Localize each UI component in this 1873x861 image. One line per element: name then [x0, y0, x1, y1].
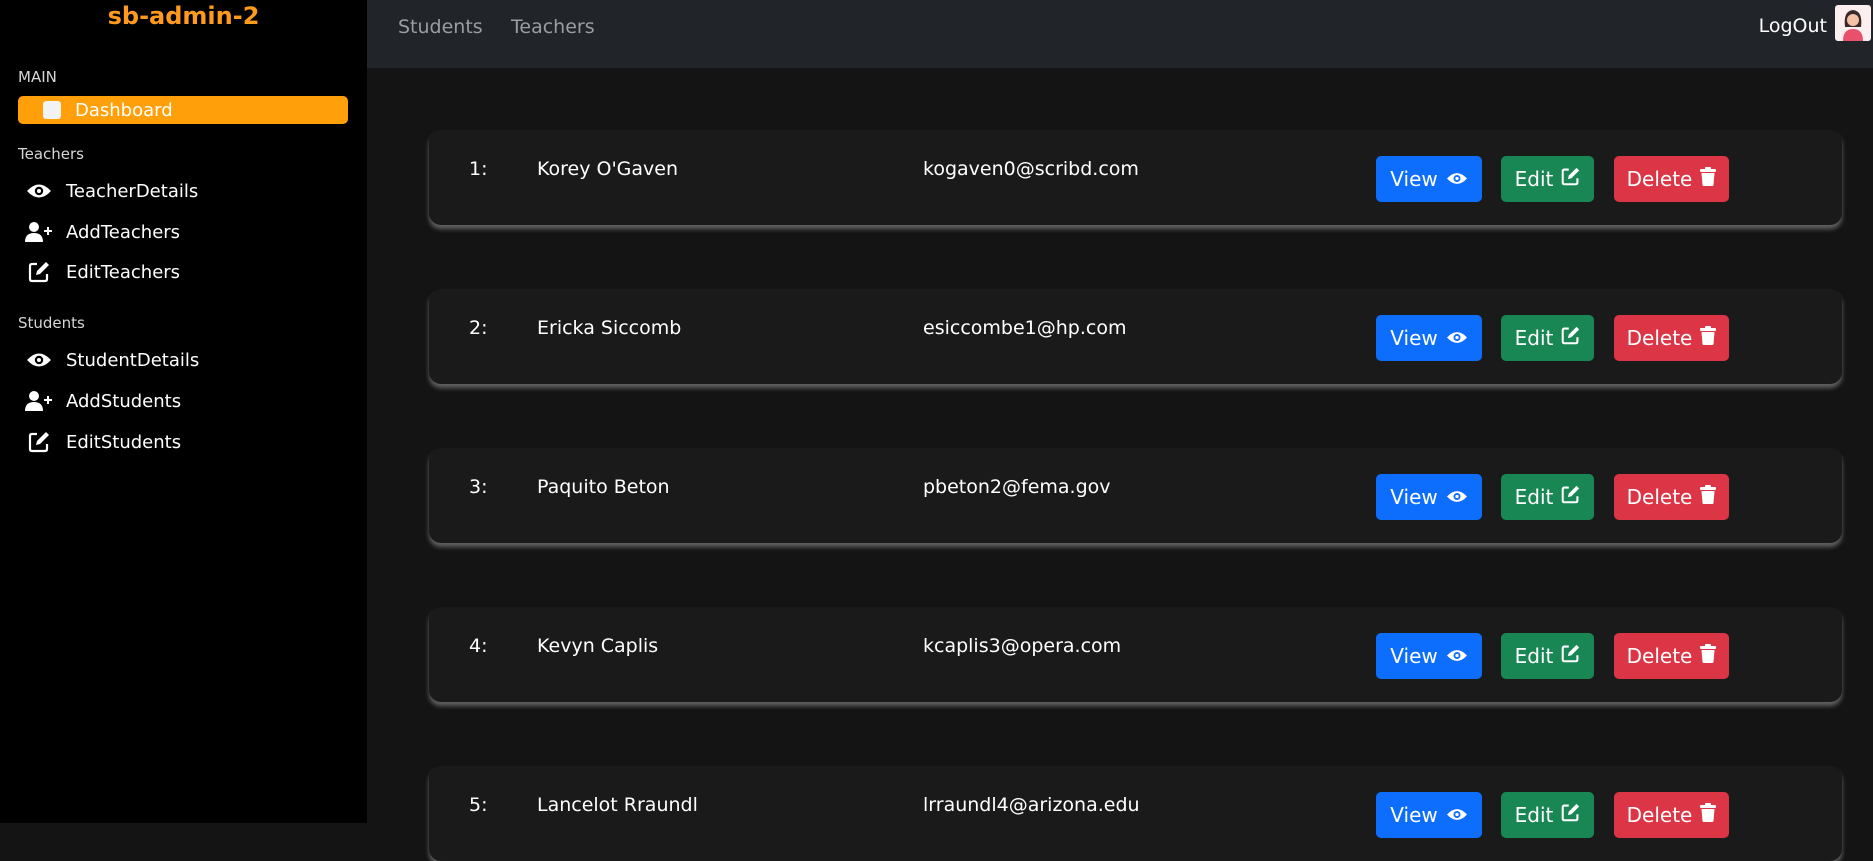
- sidebar-item-label: EditStudents: [66, 431, 182, 453]
- delete-label: Delete: [1626, 803, 1693, 827]
- view-label: View: [1390, 803, 1438, 827]
- trash-icon: [1692, 644, 1717, 668]
- delete-button[interactable]: Delete: [1614, 474, 1729, 520]
- eye-icon: [24, 179, 54, 203]
- nav-link-teachers[interactable]: Teachers: [511, 16, 595, 38]
- view-label: View: [1390, 167, 1438, 191]
- delete-label: Delete: [1626, 485, 1693, 509]
- section-heading-teachers: Teachers: [18, 145, 84, 163]
- row-number: 5:: [469, 794, 488, 816]
- row-number: 2:: [469, 317, 488, 339]
- section-heading-main: MAIN: [18, 68, 57, 86]
- delete-label: Delete: [1626, 644, 1693, 668]
- view-label: View: [1390, 326, 1438, 350]
- sidebar-item-label: AddStudents: [66, 390, 182, 412]
- trash-icon: [1692, 167, 1717, 191]
- eye-icon: [1438, 485, 1468, 509]
- delete-button[interactable]: Delete: [1614, 792, 1729, 838]
- row-number: 3:: [469, 476, 488, 498]
- sidebar-item-label: AddTeachers: [66, 221, 181, 243]
- table-row: 3: Paquito Beton pbeton2@fema.gov View Edit D…: [429, 448, 1842, 543]
- top-navbar: Students Teachers LogOut: [367, 0, 1873, 68]
- row-number: 1:: [469, 158, 488, 180]
- sidebar-item-teacher-details[interactable]: TeacherDetails: [24, 179, 198, 203]
- trash-icon: [1692, 803, 1717, 827]
- brand-logo[interactable]: sb-admin-2: [0, 2, 367, 30]
- sidebar-item-add-students[interactable]: AddStudents: [24, 389, 181, 413]
- row-name: Kevyn Caplis: [537, 635, 659, 657]
- eye-icon: [1438, 326, 1468, 350]
- table-row: 5: Lancelot Rraundl lrraundl4@arizona.edu V…: [429, 766, 1842, 861]
- edit-button[interactable]: Edit: [1501, 315, 1594, 361]
- dashboard-icon: [43, 101, 61, 119]
- edit-icon: [1553, 644, 1580, 668]
- section-heading-students: Students: [18, 314, 85, 332]
- eye-icon: [1438, 167, 1468, 191]
- avatar[interactable]: [1835, 5, 1871, 41]
- delete-label: Delete: [1626, 167, 1693, 191]
- table-row: 2: Ericka Siccomb esiccombe1@hp.com View Edi…: [429, 289, 1842, 384]
- logout-link[interactable]: LogOut: [1759, 15, 1827, 37]
- row-email: kogaven0@scribd.com: [923, 158, 1139, 180]
- delete-button[interactable]: Delete: [1614, 156, 1729, 202]
- sidebar-item-label: Dashboard: [75, 99, 173, 121]
- table-row: 1: Korey O'Gaven kogaven0@scribd.com View Ed…: [429, 130, 1842, 225]
- view-button[interactable]: View: [1376, 633, 1482, 679]
- eye-icon: [1438, 803, 1468, 827]
- row-number: 4:: [469, 635, 488, 657]
- edit-icon: [24, 430, 54, 454]
- edit-button[interactable]: Edit: [1501, 474, 1594, 520]
- edit-label: Edit: [1514, 485, 1554, 509]
- row-email: lrraundl4@arizona.edu: [923, 794, 1140, 816]
- edit-button[interactable]: Edit: [1501, 633, 1594, 679]
- sidebar-item-label: TeacherDetails: [66, 180, 199, 202]
- eye-icon: [1438, 644, 1468, 668]
- edit-button[interactable]: Edit: [1501, 792, 1594, 838]
- edit-button[interactable]: Edit: [1501, 156, 1594, 202]
- row-email: pbeton2@fema.gov: [923, 476, 1111, 498]
- row-name: Paquito Beton: [537, 476, 670, 498]
- edit-label: Edit: [1514, 167, 1554, 191]
- edit-label: Edit: [1514, 803, 1554, 827]
- edit-icon: [24, 260, 54, 284]
- view-button[interactable]: View: [1376, 474, 1482, 520]
- edit-label: Edit: [1514, 326, 1554, 350]
- sidebar-item-student-details[interactable]: StudentDetails: [24, 348, 199, 372]
- edit-label: Edit: [1514, 644, 1554, 668]
- nav-link-students[interactable]: Students: [398, 16, 483, 38]
- trash-icon: [1692, 326, 1717, 350]
- edit-icon: [1553, 167, 1580, 191]
- edit-icon: [1553, 803, 1580, 827]
- edit-icon: [1553, 326, 1580, 350]
- row-email: esiccombe1@hp.com: [923, 317, 1127, 339]
- view-button[interactable]: View: [1376, 315, 1482, 361]
- sidebar: sb-admin-2 MAIN Dashboard Teachers Teach…: [0, 0, 367, 823]
- edit-icon: [1553, 485, 1580, 509]
- delete-label: Delete: [1626, 326, 1693, 350]
- delete-button[interactable]: Delete: [1614, 633, 1729, 679]
- table-row: 4: Kevyn Caplis kcaplis3@opera.com View Edit…: [429, 607, 1842, 702]
- sidebar-item-add-teachers[interactable]: AddTeachers: [24, 220, 180, 244]
- view-button[interactable]: View: [1376, 156, 1482, 202]
- row-name: Lancelot Rraundl: [537, 794, 698, 816]
- sidebar-item-dashboard[interactable]: Dashboard: [18, 96, 348, 124]
- sidebar-item-edit-teachers[interactable]: EditTeachers: [24, 260, 180, 284]
- sidebar-item-label: StudentDetails: [66, 349, 200, 371]
- trash-icon: [1692, 485, 1717, 509]
- view-label: View: [1390, 485, 1438, 509]
- row-email: kcaplis3@opera.com: [923, 635, 1122, 657]
- sidebar-item-edit-students[interactable]: EditStudents: [24, 430, 181, 454]
- delete-button[interactable]: Delete: [1614, 315, 1729, 361]
- sidebar-item-label: EditTeachers: [66, 261, 181, 283]
- view-button[interactable]: View: [1376, 792, 1482, 838]
- view-label: View: [1390, 644, 1438, 668]
- row-name: Korey O'Gaven: [537, 158, 679, 180]
- user-plus-icon: [24, 220, 54, 244]
- row-name: Ericka Siccomb: [537, 317, 682, 339]
- eye-icon: [24, 348, 54, 372]
- user-plus-icon: [24, 389, 54, 413]
